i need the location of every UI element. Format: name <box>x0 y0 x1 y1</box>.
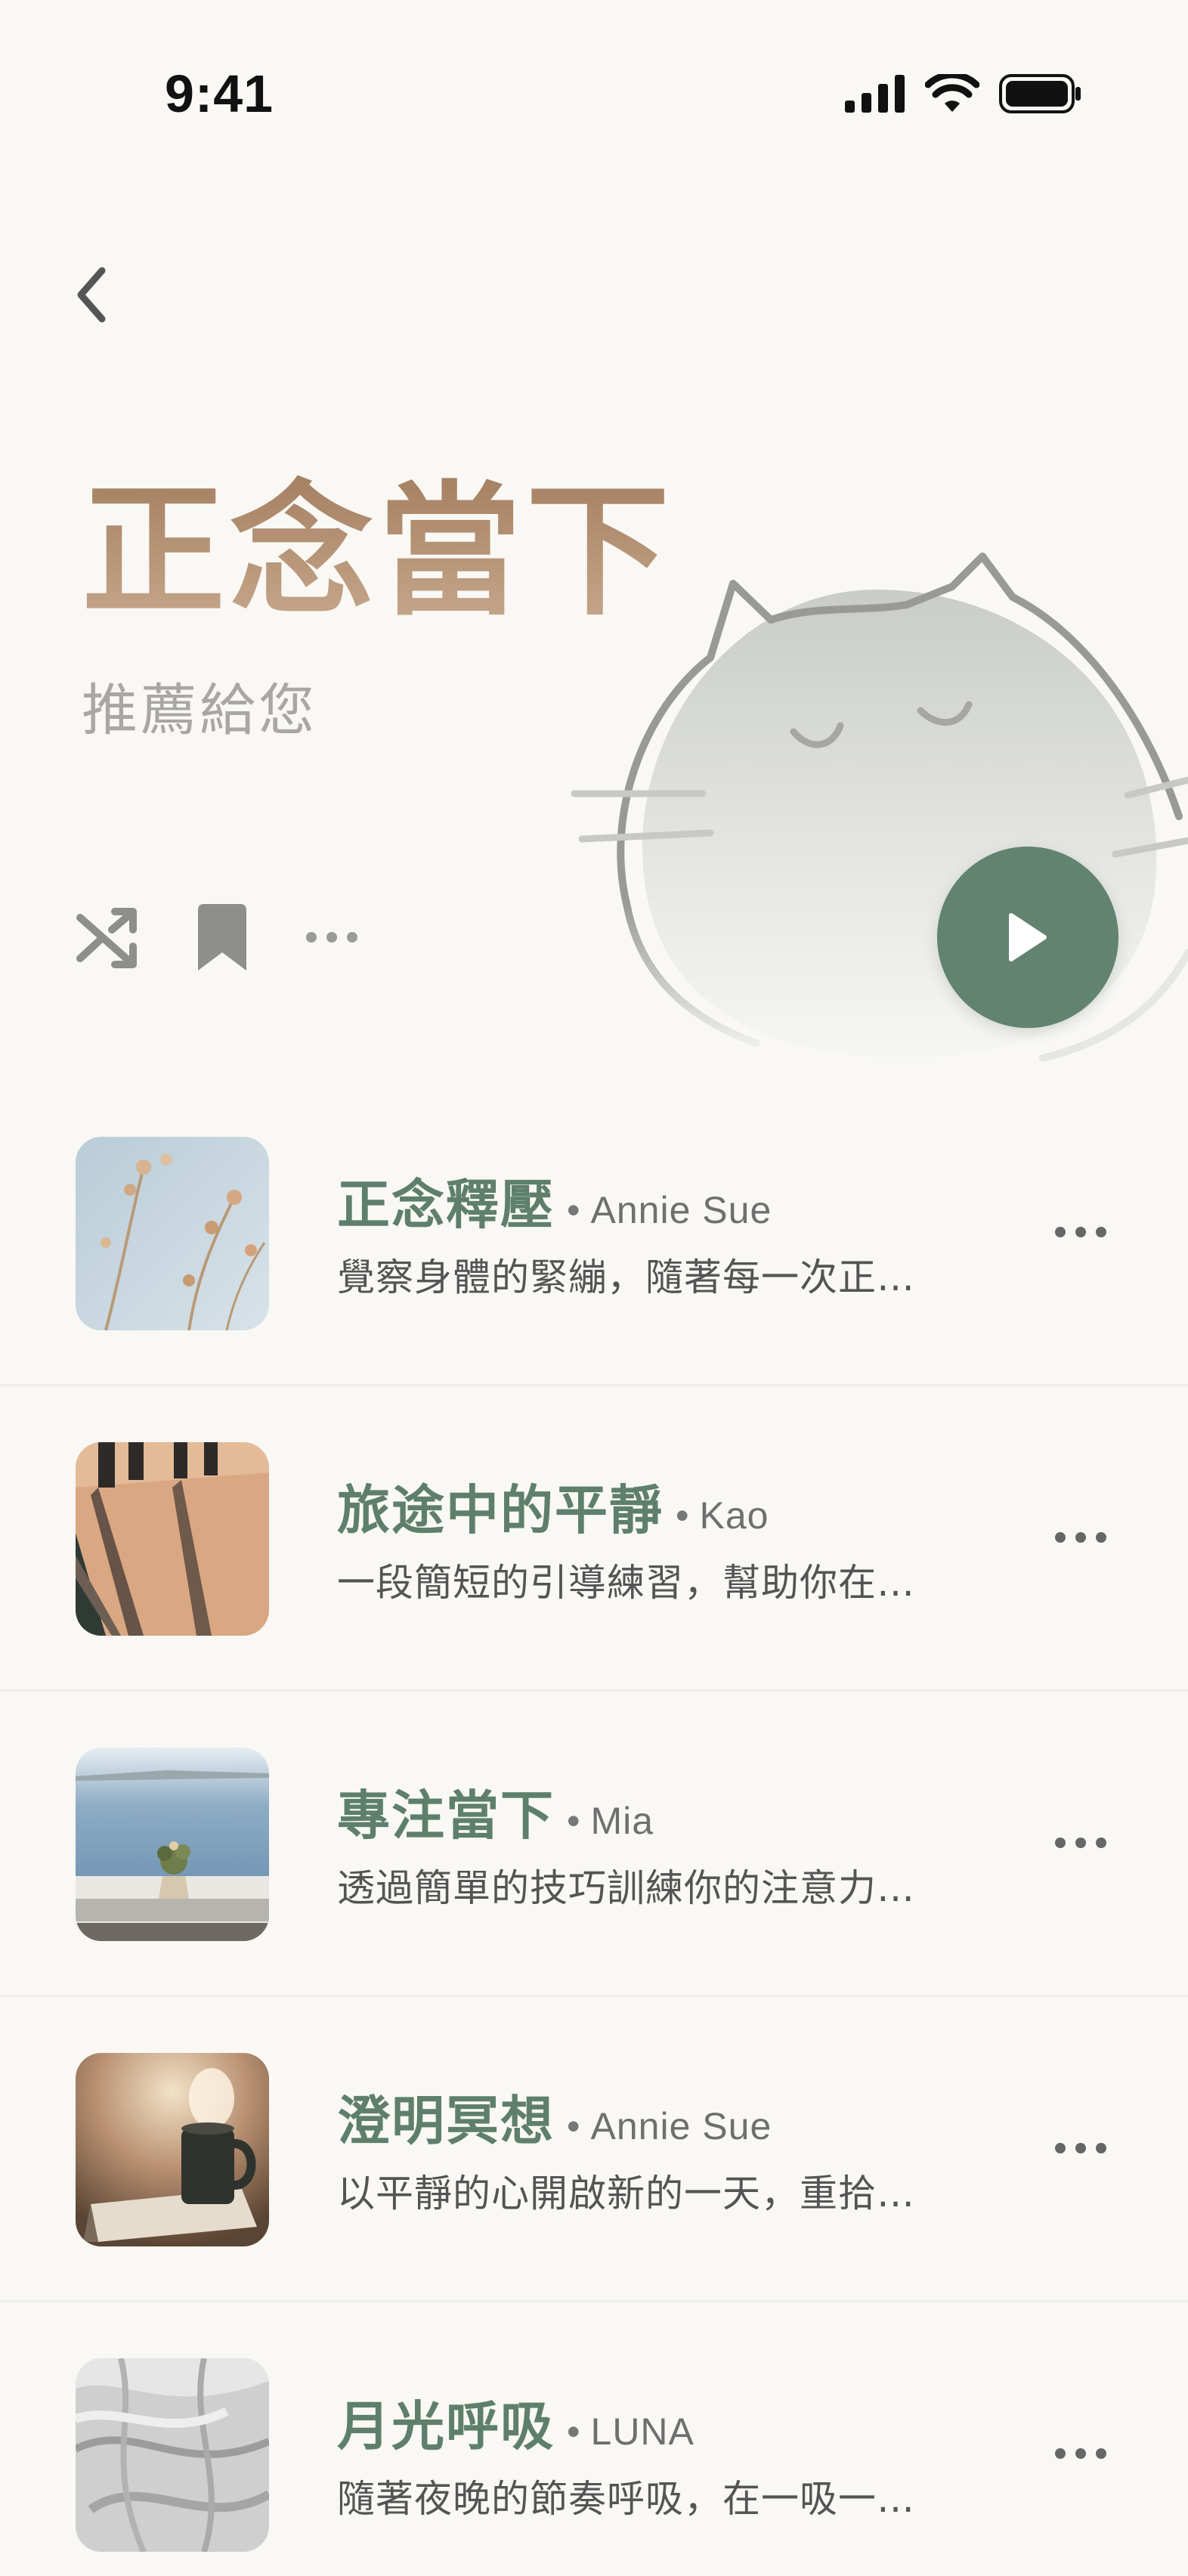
track-description: 透過簡單的技巧訓練你的注意力… <box>337 1866 915 1910</box>
coffee-mug-book-photo <box>76 2053 269 2246</box>
track-more-button[interactable] <box>1050 1209 1111 1255</box>
meditation-playlist-screen: 9:41 正念當下 推薦給您 正念釋壓 • Annie Sue 覺察身體的緊繃，… <box>0 0 1188 2576</box>
separator-dot: • <box>567 2410 580 2453</box>
track-title-line: 專注當下 • Mia <box>337 1773 654 1850</box>
people-walking-shadows-photo <box>76 1442 269 1636</box>
action-bar <box>76 899 358 975</box>
track-description: 隨著夜晚的節奏呼吸，在一吸一… <box>337 2477 915 2521</box>
track-more-button[interactable] <box>1050 2431 1111 2476</box>
track-row[interactable]: 澄明冥想 • Annie Sue 以平靜的心開啟新的一天，重拾… <box>0 1997 1188 2302</box>
track-description: 一段簡短的引導練習，幫助你在… <box>337 1561 915 1605</box>
more-horizontal-icon <box>1055 1838 1106 1848</box>
more-horizontal-icon <box>1055 2143 1106 2153</box>
battery-icon <box>999 74 1081 113</box>
page-title: 正念當下 <box>82 468 675 635</box>
separator-dot: • <box>676 1494 689 1537</box>
shuffle-icon <box>76 908 137 968</box>
status-time: 9:41 <box>165 64 274 123</box>
track-author: Annie Sue <box>590 2105 772 2147</box>
track-row[interactable]: 專注當下 • Mia 透過簡單的技巧訓練你的注意力… <box>0 1692 1188 1997</box>
track-title: 旅途中的平靜 <box>337 1479 664 1541</box>
track-title: 澄明冥想 <box>337 2090 555 2152</box>
track-more-button[interactable] <box>1050 2126 1111 2171</box>
page-subtitle: 推薦給您 <box>82 678 317 743</box>
back-button[interactable] <box>60 257 121 333</box>
track-thumbnail <box>76 1442 269 1636</box>
track-title-line: 旅途中的平靜 • Kao <box>337 1468 769 1544</box>
track-author: LUNA <box>590 2410 695 2453</box>
more-horizontal-icon <box>306 932 357 943</box>
more-options-button[interactable] <box>305 930 358 945</box>
more-horizontal-icon <box>1055 2448 1106 2459</box>
track-description: 以平靜的心開啟新的一天，重拾… <box>337 2172 915 2215</box>
track-title-line: 正念釋壓 • Annie Sue <box>337 1163 772 1239</box>
separator-dot: • <box>567 1189 580 1231</box>
bookmark-icon <box>198 904 246 971</box>
track-title: 專注當下 <box>337 1785 555 1847</box>
sea-view-plant-photo <box>76 1748 269 1941</box>
more-horizontal-icon <box>1055 1532 1106 1543</box>
play-icon <box>1009 913 1047 961</box>
track-list: 正念釋壓 • Annie Sue 覺察身體的緊繃，隨著每一次正… 旅途中的平靜 … <box>0 1081 1188 2576</box>
track-description: 覺察身體的緊繃，隨著每一次正… <box>337 1255 915 1299</box>
track-title-line: 澄明冥想 • Annie Sue <box>337 2079 772 2155</box>
track-row[interactable]: 正念釋壓 • Annie Sue 覺察身體的緊繃，隨著每一次正… <box>0 1081 1188 1386</box>
shuffle-button[interactable] <box>76 906 139 969</box>
track-title-line: 月光呼吸 • LUNA <box>337 2384 695 2460</box>
track-thumbnail <box>76 1748 269 1941</box>
track-more-button[interactable] <box>1050 1820 1111 1865</box>
separator-dot: • <box>567 2105 580 2147</box>
track-title: 月光呼吸 <box>337 2395 555 2457</box>
cellular-signal-icon <box>845 75 905 113</box>
track-author: Mia <box>590 1800 654 1842</box>
chevron-left-icon <box>77 267 106 323</box>
track-row[interactable]: 月光呼吸 • LUNA 隨著夜晚的節奏呼吸，在一吸一… <box>0 2302 1188 2576</box>
track-author: Annie Sue <box>590 1189 772 1231</box>
track-more-button[interactable] <box>1050 1515 1111 1560</box>
track-title: 正念釋壓 <box>337 1174 555 1236</box>
track-thumbnail <box>76 2358 269 2552</box>
wifi-icon <box>925 74 979 112</box>
separator-dot: • <box>567 1800 580 1842</box>
status-icons <box>845 74 1082 113</box>
track-author: Kao <box>699 1494 769 1537</box>
dried-flowers-photo <box>76 1137 269 1330</box>
track-row[interactable]: 旅途中的平靜 • Kao 一段簡短的引導練習，幫助你在… <box>0 1386 1188 1692</box>
more-horizontal-icon <box>1055 1227 1106 1237</box>
status-bar: 9:41 <box>0 0 1188 189</box>
bookmark-button[interactable] <box>193 903 251 972</box>
track-thumbnail <box>76 2053 269 2246</box>
white-sheets-photo <box>76 2358 269 2552</box>
play-button[interactable] <box>937 847 1118 1028</box>
track-thumbnail <box>76 1137 269 1330</box>
